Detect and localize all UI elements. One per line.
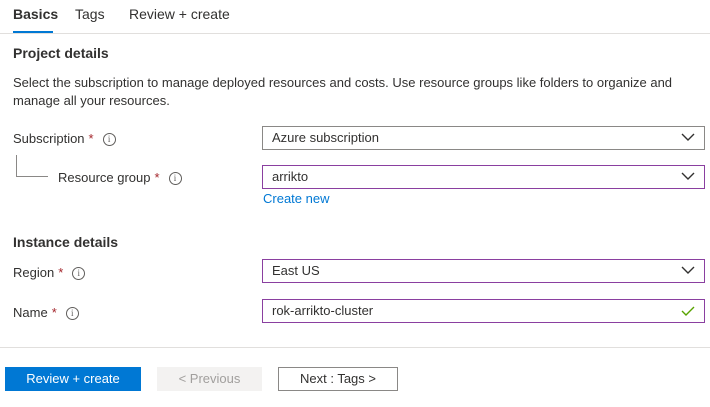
instance-details-heading: Instance details (13, 234, 119, 250)
resource-group-label: Resource group * i (58, 170, 182, 185)
info-icon[interactable]: i (168, 172, 182, 185)
region-value: East US (272, 263, 320, 278)
subscription-label-text: Subscription (13, 131, 85, 146)
check-icon (681, 306, 695, 316)
subscription-dropdown[interactable]: Azure subscription (262, 126, 705, 150)
tab-tags[interactable]: Tags (75, 6, 105, 22)
tabs-divider (0, 33, 710, 34)
chevron-down-icon (681, 133, 695, 141)
tab-basics[interactable]: Basics (13, 6, 58, 22)
region-label: Region * i (13, 265, 86, 280)
subscription-label: Subscription * i (13, 131, 116, 146)
create-new-link[interactable]: Create new (263, 191, 329, 206)
name-input[interactable]: rok-arrikto-cluster (262, 299, 705, 323)
required-marker: * (154, 170, 160, 185)
next-tags-button[interactable]: Next : Tags > (278, 367, 398, 391)
name-value[interactable]: rok-arrikto-cluster (272, 303, 373, 318)
region-label-text: Region (13, 265, 55, 280)
previous-button: < Previous (157, 367, 262, 391)
resource-group-label-text: Resource group (58, 170, 151, 185)
review-create-button[interactable]: Review + create (5, 367, 141, 391)
tree-connector-vertical (16, 155, 17, 176)
footer-divider (0, 347, 710, 348)
chevron-down-icon (681, 266, 695, 274)
tab-review-create[interactable]: Review + create (129, 6, 230, 22)
resource-group-value: arrikto (272, 169, 309, 184)
region-dropdown[interactable]: East US (262, 259, 705, 283)
required-marker: * (51, 305, 57, 320)
resource-group-dropdown[interactable]: arrikto (262, 165, 705, 189)
info-icon[interactable]: i (65, 307, 79, 320)
name-label-text: Name (13, 305, 48, 320)
required-marker: * (58, 265, 64, 280)
project-details-heading: Project details (13, 45, 109, 61)
name-label: Name * i (13, 305, 79, 320)
subscription-value: Azure subscription (272, 130, 379, 145)
required-marker: * (88, 131, 94, 146)
chevron-down-icon (681, 172, 695, 180)
info-icon[interactable]: i (72, 267, 86, 280)
info-icon[interactable]: i (102, 133, 116, 146)
tree-connector-horizontal (16, 176, 48, 177)
project-details-description: Select the subscription to manage deploy… (13, 75, 673, 108)
